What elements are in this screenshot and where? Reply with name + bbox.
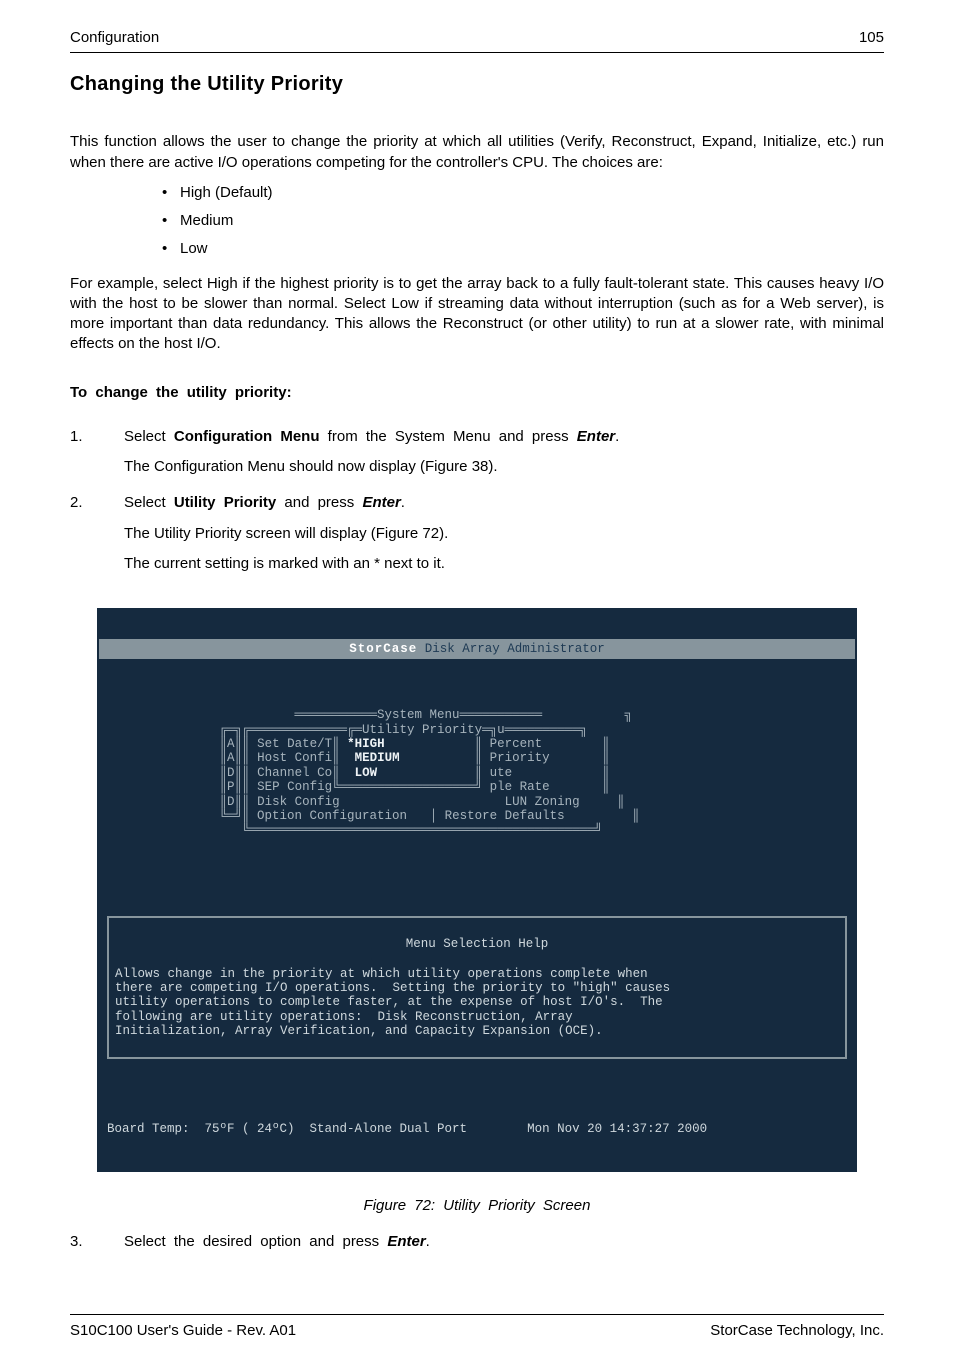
terminal-row: ║A║║ Host Confi║ MEDIUM ║ Priority ║ xyxy=(107,751,610,765)
choices-list: High (Default) Medium Low xyxy=(70,183,884,260)
step-note: The current setting is marked with an * … xyxy=(124,554,884,574)
figure-caption: Figure 72: Utility Priority Screen xyxy=(70,1196,884,1216)
step-bold: Configuration Menu xyxy=(174,428,320,445)
step-key: Enter xyxy=(362,494,400,511)
terminal-row: ║P║║ SEP Config╚══════════════════╝ ple … xyxy=(107,780,610,794)
step-number: 2. xyxy=(70,493,124,584)
page-title: Changing the Utility Priority xyxy=(70,71,884,98)
terminal-row: ╚═╝║ Option Configuration │ Restore Defa… xyxy=(107,809,640,823)
step-key: Enter xyxy=(387,1233,425,1250)
terminal-row-bottom: ╚═══════════════════════════════════════… xyxy=(107,823,602,837)
terminal-status-bar: Board Temp: 75ºF ( 24ºC) Stand-Alone Dua… xyxy=(99,1120,855,1140)
step-key: Enter xyxy=(577,428,615,445)
intro-paragraph: This function allows the user to change … xyxy=(70,132,884,173)
step-text: . xyxy=(401,494,405,511)
terminal-row: ║D║║ Disk Config LUN Zoning ║ xyxy=(107,795,625,809)
step-text: . xyxy=(426,1233,430,1250)
terminal-status-left: Board Temp: 75ºF ( 24ºC) Stand-Alone Dua… xyxy=(107,1122,467,1136)
terminal-row: ║D║║ Channel Co║ LOW ║ ute ║ xyxy=(107,766,610,780)
terminal-help-title: Menu Selection Help xyxy=(404,937,551,951)
step-note: The Configuration Menu should now displa… xyxy=(124,457,884,477)
step-number: 3. xyxy=(70,1232,124,1262)
footer-left: S10C100 User's Guide - Rev. A01 xyxy=(70,1321,296,1341)
example-paragraph: For example, select High if the highest … xyxy=(70,274,884,355)
footer-right: StorCase Technology, Inc. xyxy=(710,1321,884,1341)
procedure-heading: To change the utility priority: xyxy=(70,383,884,403)
step-text: Select xyxy=(124,494,174,511)
terminal-utility-priority: ╔═╗╔═════════════╔═Utility Priority═╗u══… xyxy=(107,723,587,737)
step-text: Select the desired option and press xyxy=(124,1233,387,1250)
step-bold: Utility Priority xyxy=(174,494,276,511)
procedure-steps-cont: 3. Select the desired option and press E… xyxy=(70,1232,884,1262)
page-footer: S10C100 User's Guide - Rev. A01 StorCase… xyxy=(70,1314,884,1341)
step-1: 1. Select Configuration Menu from the Sy… xyxy=(70,427,884,488)
terminal-system-menu: ═══════════System Menu═══════════ ╗ xyxy=(107,708,632,722)
procedure-steps: 1. Select Configuration Menu from the Sy… xyxy=(70,427,884,584)
terminal-status-right: Mon Nov 20 14:37:27 2000 xyxy=(527,1122,707,1136)
terminal-brand: StorCase xyxy=(349,642,417,656)
step-note: The Utility Priority screen will display… xyxy=(124,524,884,544)
step-2: 2. Select Utility Priority and press Ent… xyxy=(70,493,884,584)
step-text: from the System Menu and press xyxy=(320,428,577,445)
page-number: 105 xyxy=(859,28,884,48)
step-text: Select xyxy=(124,428,174,445)
step-3: 3. Select the desired option and press E… xyxy=(70,1232,884,1262)
list-item: Low xyxy=(180,239,884,259)
terminal-help-box: Menu Selection Help Allows change in the… xyxy=(107,916,847,1059)
list-item: Medium xyxy=(180,211,884,231)
terminal-screenshot: StorCase Disk Array Administrator ══════… xyxy=(70,608,884,1172)
terminal-row: ║A║║ Set Date/T║ *HIGH ║ Percent ║ xyxy=(107,737,610,751)
terminal-titlebar: StorCase Disk Array Administrator xyxy=(99,639,855,659)
header-rule xyxy=(70,52,884,53)
list-item: High (Default) xyxy=(180,183,884,203)
terminal-help-text: Allows change in the priority at which u… xyxy=(115,967,670,1039)
step-number: 1. xyxy=(70,427,124,488)
step-text: and press xyxy=(276,494,362,511)
running-header-left: Configuration xyxy=(70,28,159,48)
terminal-title-rest: Disk Array Administrator xyxy=(417,642,605,656)
step-text: . xyxy=(615,428,619,445)
